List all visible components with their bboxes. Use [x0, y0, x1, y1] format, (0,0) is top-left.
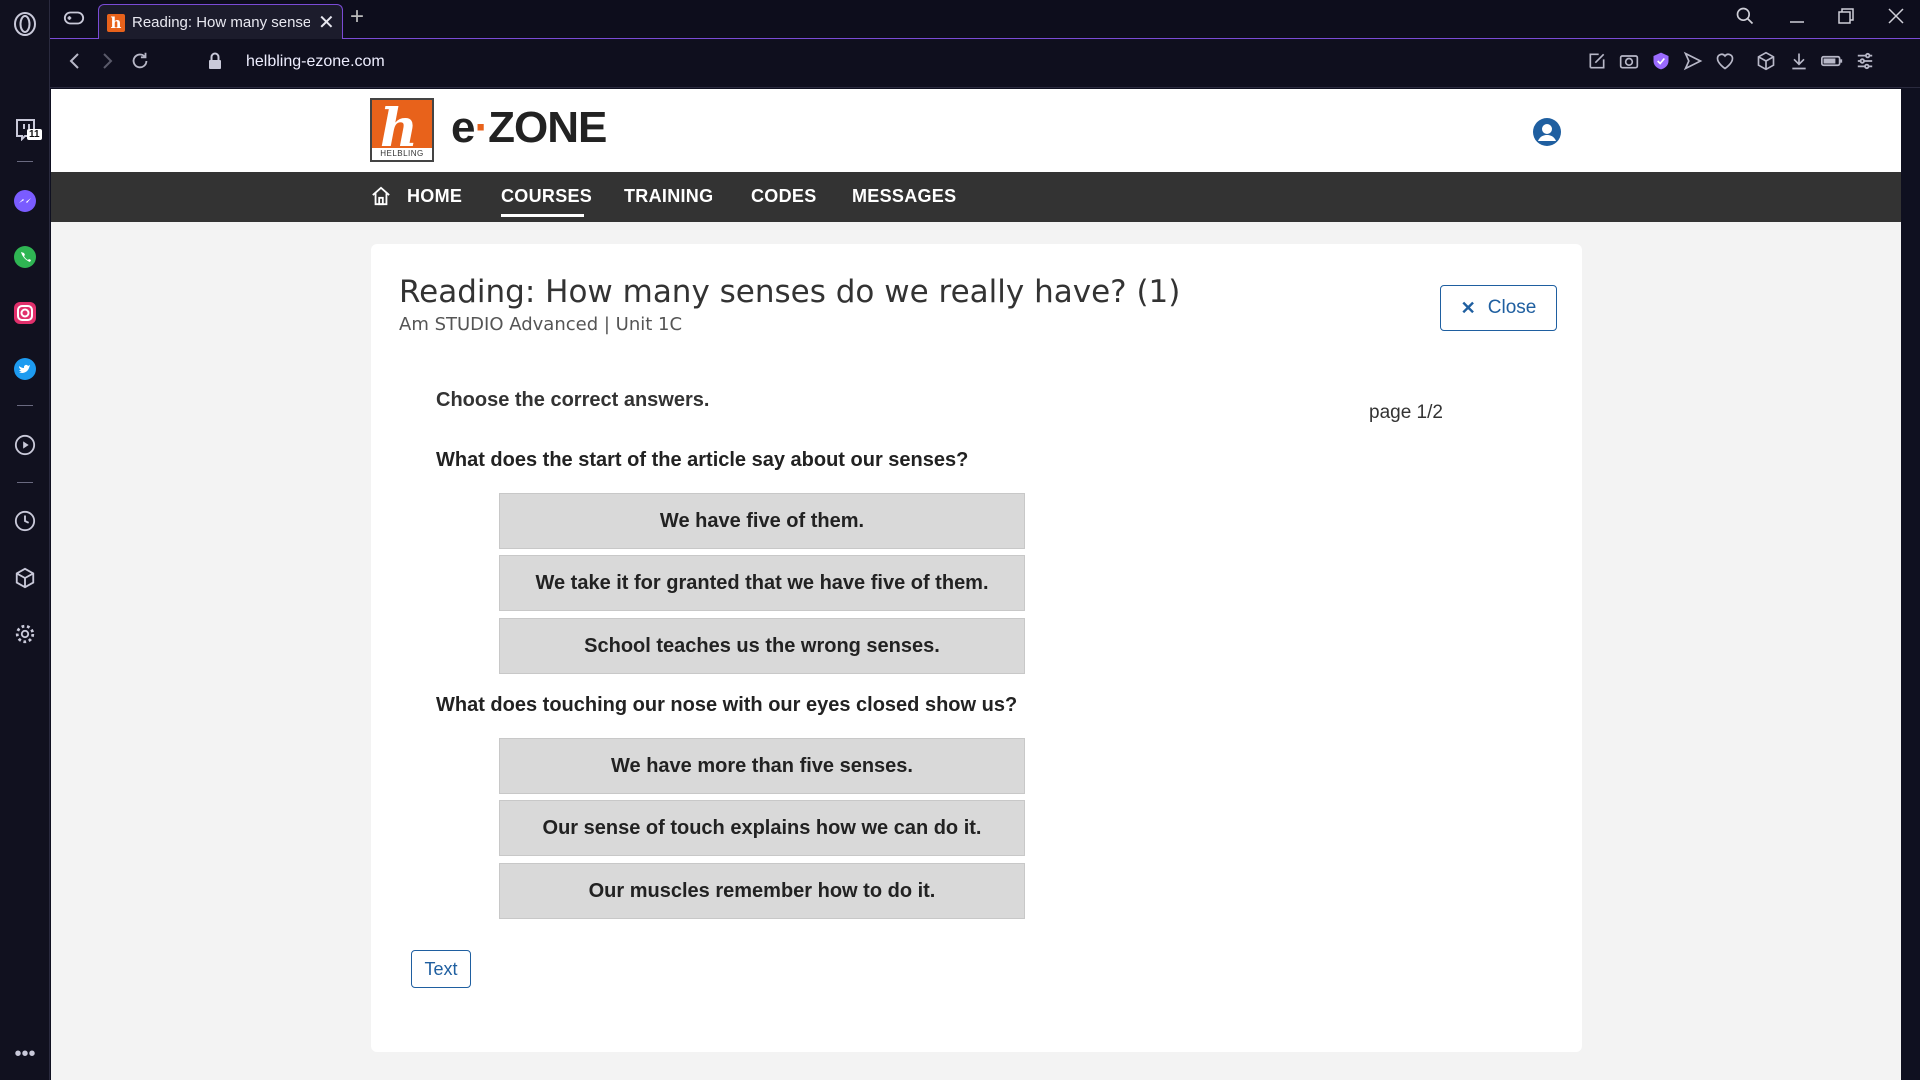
brand-dot: ·	[474, 103, 489, 152]
history-icon[interactable]	[11, 507, 39, 535]
twitch-icon[interactable]: 11	[11, 115, 42, 143]
tab-bar: h Reading: How many senses do we really …	[50, 0, 1920, 40]
web-page: h HELBLING e·ZONE HOME COURSES TRAINING …	[51, 89, 1901, 1080]
answer-option[interactable]: We have more than five senses.	[499, 738, 1025, 794]
browser-window: 11 ••• h Reading: How many sense ✕ + hel…	[0, 0, 1920, 1080]
window-close-icon[interactable]	[1886, 6, 1906, 31]
padlock-icon	[208, 52, 222, 75]
main-nav: HOME COURSES TRAINING CODES MESSAGES	[51, 172, 1901, 222]
nav-home[interactable]: HOME	[407, 186, 462, 207]
exercise-instruction: Choose the correct answers.	[436, 389, 710, 411]
nav-codes[interactable]: CODES	[751, 186, 817, 207]
page-indicator: page 1/2	[1369, 402, 1443, 423]
url-field[interactable]: helbling-ezone.com	[246, 53, 385, 71]
nav-messages[interactable]: MESSAGES	[852, 186, 956, 207]
player-icon[interactable]	[11, 431, 39, 459]
answer-option[interactable]: Our muscles remember how to do it.	[499, 863, 1025, 919]
nav-training[interactable]: TRAINING	[624, 186, 713, 207]
more-dots-icon[interactable]: •••	[11, 1040, 39, 1068]
notification-badge: 11	[27, 129, 42, 140]
browser-sidebar: 11 •••	[0, 0, 50, 1080]
answer-option[interactable]: We have five of them.	[499, 493, 1025, 549]
close-button[interactable]: ✕ Close	[1440, 285, 1557, 331]
restore-icon[interactable]	[1836, 6, 1856, 31]
back-arrow-icon[interactable]	[65, 49, 85, 79]
tab-title: Reading: How many senses do we really ha…	[132, 14, 310, 31]
extensions-icon[interactable]	[1756, 51, 1776, 76]
easy-setup-icon[interactable]	[1856, 51, 1874, 76]
new-tab-plus-icon[interactable]: +	[350, 3, 364, 31]
vpn-shield-icon[interactable]	[1651, 51, 1671, 76]
minimize-icon[interactable]	[1787, 6, 1807, 31]
opera-logo-icon[interactable]	[11, 10, 39, 38]
brand-e: e	[451, 103, 476, 152]
gamepad-icon[interactable]	[63, 9, 85, 32]
answer-option[interactable]: Our sense of touch explains how we can d…	[499, 800, 1025, 856]
tab-close-icon[interactable]: ✕	[318, 13, 335, 33]
instagram-icon[interactable]	[11, 299, 39, 327]
nav-courses[interactable]: COURSES	[501, 186, 592, 207]
messenger-icon[interactable]	[11, 187, 39, 215]
address-bar: helbling-ezone.com	[50, 39, 1920, 88]
exercise-subtitle: Am STUDIO Advanced | Unit 1C	[399, 314, 683, 335]
ezone-brand[interactable]: e·ZONE	[451, 103, 607, 153]
answer-option[interactable]: We take it for granted that we have five…	[499, 555, 1025, 611]
whatsapp-icon[interactable]	[11, 243, 39, 271]
close-label: Close	[1487, 297, 1537, 318]
exercise-title: Reading: How many senses do we really ha…	[399, 274, 1181, 310]
logo-wordmark: HELBLING	[372, 148, 432, 160]
twitter-icon[interactable]	[11, 355, 39, 383]
reload-icon[interactable]	[129, 49, 151, 79]
settings-gear-icon[interactable]	[11, 620, 39, 648]
nav-active-indicator	[501, 214, 584, 217]
download-icon[interactable]	[1789, 51, 1809, 76]
answer-option[interactable]: School teaches us the wrong senses.	[499, 618, 1025, 674]
search-tabs-icon[interactable]	[1735, 6, 1755, 31]
brand-zone: ZONE	[488, 103, 607, 152]
browser-tab-active[interactable]: h Reading: How many senses do we really …	[98, 4, 343, 40]
forward-arrow-icon[interactable]	[97, 49, 117, 79]
close-x-icon: ✕	[1460, 297, 1476, 318]
question-2: What does touching our nose with our eye…	[436, 694, 1018, 716]
helbling-logo[interactable]: h HELBLING	[370, 98, 434, 162]
send-icon[interactable]	[1683, 51, 1703, 76]
user-account-icon[interactable]	[1532, 117, 1562, 152]
heart-icon[interactable]	[1715, 51, 1735, 76]
snapshot-edit-icon[interactable]	[1587, 51, 1607, 76]
helbling-favicon-icon: h	[107, 13, 125, 32]
text-button[interactable]: Text	[411, 950, 471, 988]
home-icon[interactable]	[370, 186, 392, 211]
battery-icon[interactable]	[1821, 51, 1843, 76]
exercise-card: Reading: How many senses do we really ha…	[371, 244, 1582, 1052]
question-1: What does the start of the article say a…	[436, 449, 969, 471]
camera-icon[interactable]	[1619, 51, 1639, 76]
extensions-cube-icon[interactable]	[11, 564, 39, 592]
site-header: h HELBLING e·ZONE	[51, 89, 1901, 172]
